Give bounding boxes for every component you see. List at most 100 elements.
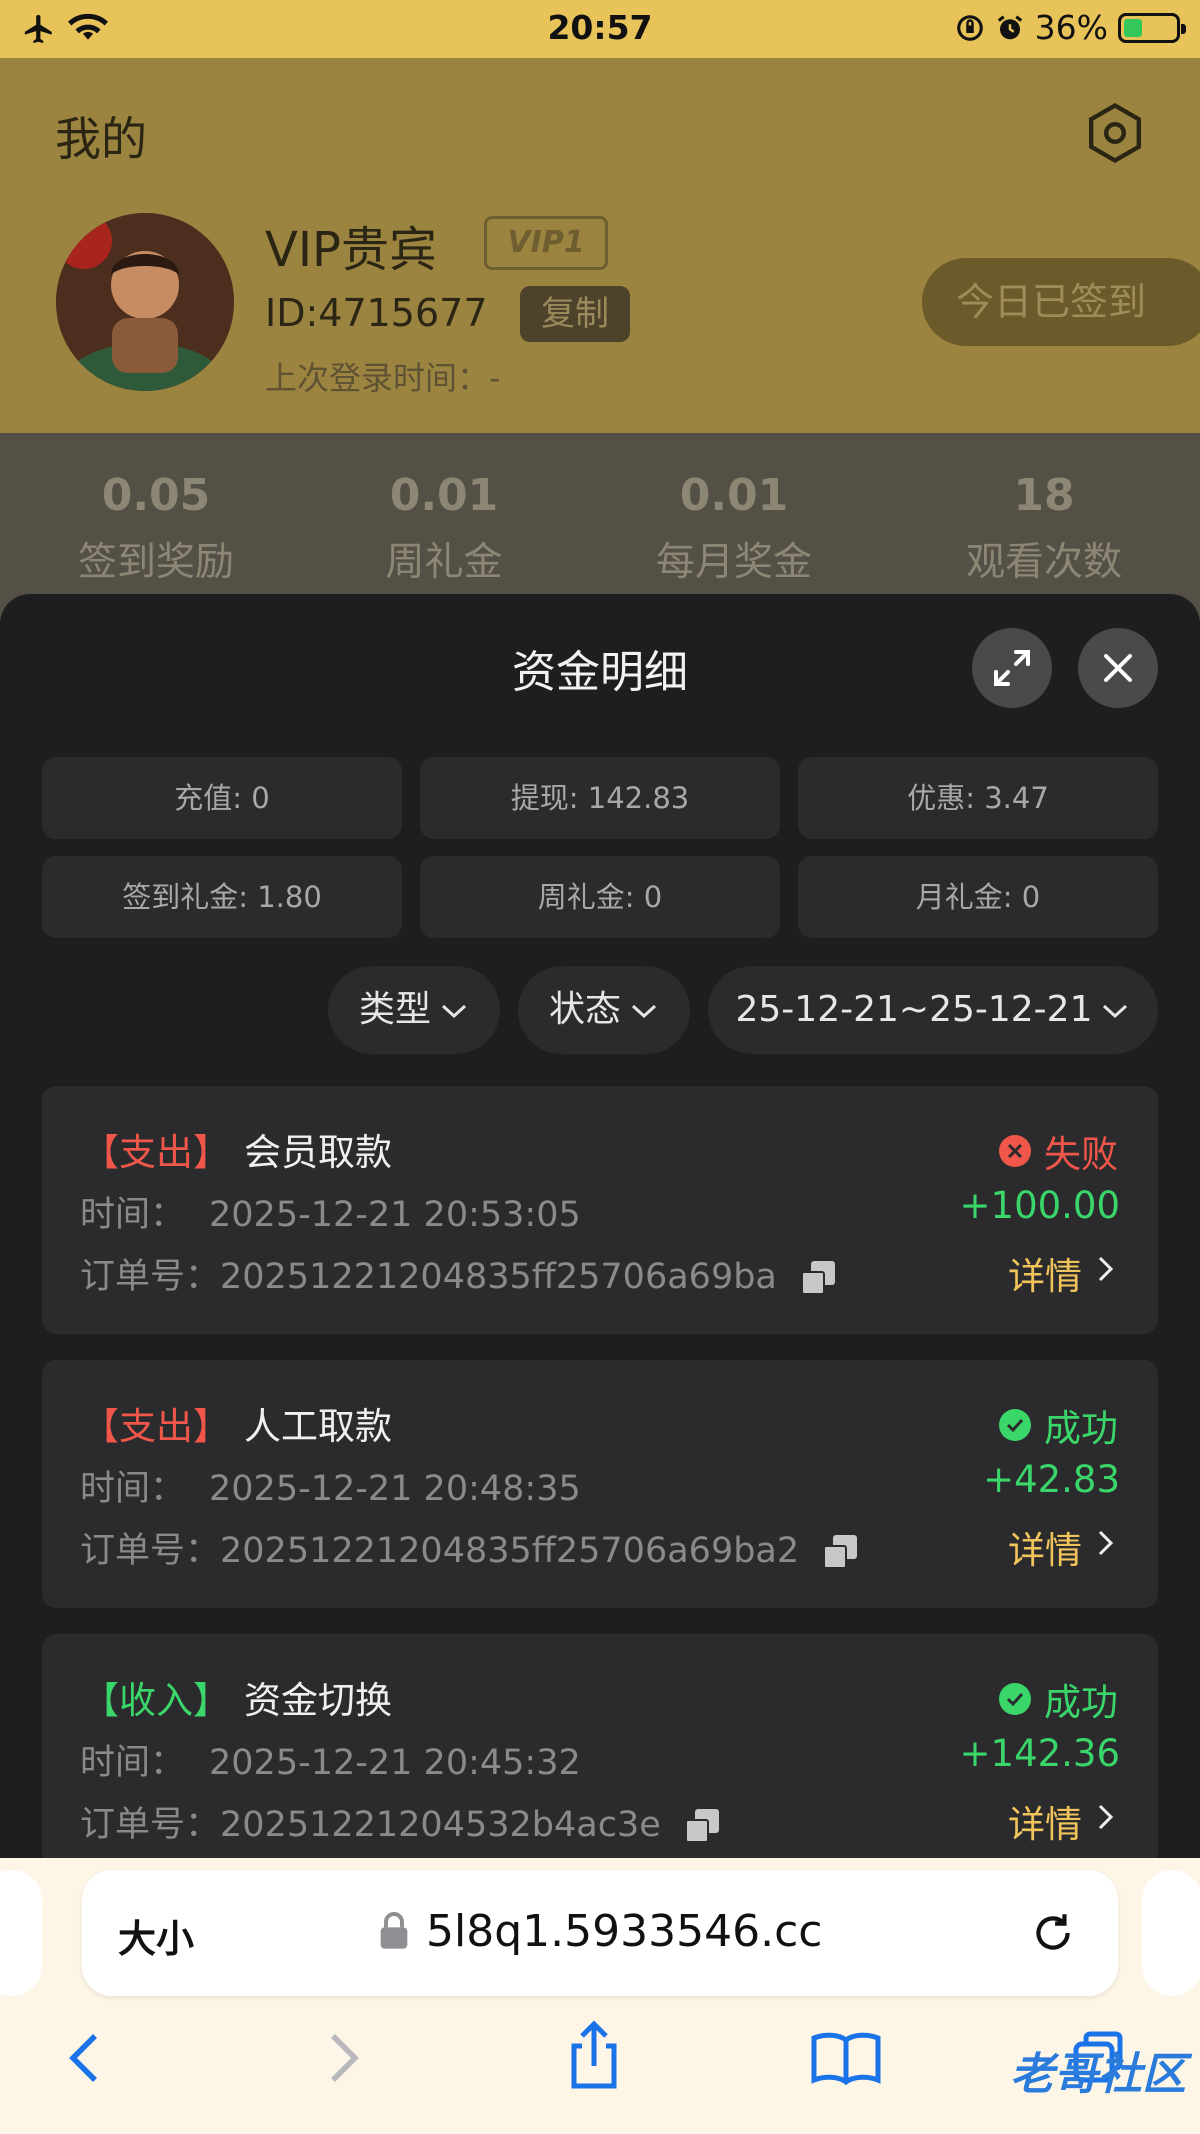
- expand-button[interactable]: [972, 628, 1052, 708]
- back-icon[interactable]: [62, 2028, 106, 2088]
- order-number: 20251221204835ff25706a69ba2: [220, 1531, 800, 1571]
- order-number: 20251221204532b4ac3e: [220, 1805, 661, 1845]
- china-flag-icon: [56, 213, 112, 269]
- chevron-right-icon: [1098, 1530, 1114, 1556]
- order-label: 订单号：: [80, 1257, 221, 1297]
- funds-detail-sheet: 资金明细 充值: 0 提现: 142.83 优惠: 3.47 签到礼金: 1.8…: [0, 594, 1200, 1858]
- transaction-name: 资金切换: [244, 1679, 392, 1722]
- transaction-time: 2025-12-21 20:45:32: [209, 1743, 581, 1783]
- transaction-card[interactable]: 【收入】 资金切换 时间： 2025-12-21 20:45:32 订单号：202…: [42, 1634, 1158, 1858]
- status-label: 失败: [1044, 1133, 1118, 1176]
- reload-icon[interactable]: [1028, 1908, 1078, 1958]
- copy-order-icon[interactable]: [823, 1535, 858, 1569]
- order-label: 订单号：: [80, 1531, 221, 1571]
- user-id: ID:4715677: [265, 291, 488, 335]
- chevron-down-icon: [1103, 1004, 1128, 1019]
- stat-value: 18: [1013, 470, 1075, 521]
- transaction-status: 成功: [998, 1672, 1118, 1726]
- chevron-down-icon: [631, 1004, 657, 1019]
- address-bar[interactable]: 大小 5l8q1.5933546.cc: [82, 1870, 1118, 1996]
- transaction-amount: +100.00: [959, 1184, 1120, 1227]
- summary-withdraw: 提现: 142.83: [420, 757, 780, 839]
- stat-label: 周礼金: [385, 540, 503, 585]
- status-filter-dropdown[interactable]: 状态: [518, 966, 690, 1054]
- detail-link[interactable]: 详情: [1008, 1246, 1082, 1300]
- chevron-right-icon: [1098, 1804, 1114, 1830]
- transaction-amount: +42.83: [983, 1458, 1120, 1501]
- avatar[interactable]: [56, 213, 234, 391]
- chevron-down-icon: [441, 1004, 467, 1019]
- detail-link[interactable]: 详情: [1008, 1520, 1082, 1574]
- transaction-amount: +142.36: [959, 1732, 1120, 1775]
- share-icon[interactable]: [564, 2018, 624, 2094]
- summary-checkin-bonus: 签到礼金: 1.80: [42, 856, 402, 938]
- vip-level-badge: VIP1: [484, 216, 608, 270]
- stat-watch-count[interactable]: 18 观看次数: [914, 470, 1174, 587]
- type-filter-label: 类型: [358, 989, 431, 1030]
- stat-value: 0.01: [679, 470, 789, 521]
- transaction-type: 【收入】: [82, 1679, 230, 1722]
- summary-monthly-bonus: 月礼金: 0: [798, 856, 1158, 938]
- expand-icon: [994, 650, 1030, 686]
- next-tab-card[interactable]: [1142, 1870, 1200, 1996]
- close-button[interactable]: [1078, 628, 1158, 708]
- transaction-type: 【支出】: [82, 1131, 230, 1174]
- url-text: 5l8q1.5933546.cc: [426, 1906, 823, 1957]
- status-label: 成功: [1044, 1681, 1118, 1724]
- lock-icon: [380, 1912, 408, 1949]
- time-label: 时间：: [80, 1195, 186, 1235]
- summary-weekly-bonus: 周礼金: 0: [420, 856, 780, 938]
- failed-x-icon: [999, 1135, 1031, 1167]
- copy-order-icon[interactable]: [800, 1261, 835, 1295]
- copy-id-button[interactable]: 复制: [520, 286, 630, 342]
- stat-monthly-bonus[interactable]: 0.01 每月奖金: [604, 470, 864, 587]
- order-number: 20251221204835ff25706a69ba: [220, 1257, 777, 1297]
- transaction-status: 失败: [998, 1124, 1118, 1178]
- transaction-status: 成功: [998, 1398, 1118, 1452]
- summary-promo: 优惠: 3.47: [798, 757, 1158, 839]
- forward-icon[interactable]: [322, 2028, 366, 2088]
- stat-checkin-reward[interactable]: 0.05 签到奖励: [26, 470, 286, 587]
- alarm-icon: [997, 15, 1022, 39]
- detail-link[interactable]: 详情: [1008, 1794, 1082, 1848]
- time-label: 时间：: [80, 1469, 186, 1509]
- transaction-time: 2025-12-21 20:48:35: [209, 1469, 581, 1509]
- last-login-time: 上次登录时间：-: [265, 359, 501, 397]
- stat-value: 0.01: [389, 470, 499, 521]
- close-icon: [1104, 654, 1132, 682]
- transaction-name: 会员取款: [244, 1131, 392, 1174]
- page-title: 我的: [55, 112, 147, 166]
- settings-gear-icon[interactable]: [1082, 100, 1148, 166]
- battery-icon: [1118, 12, 1186, 43]
- time-label: 时间：: [80, 1743, 186, 1783]
- stat-value: 0.05: [101, 470, 211, 521]
- status-label: 成功: [1044, 1407, 1118, 1450]
- date-range-label: 25-12-21~25-12-21: [735, 989, 1093, 1030]
- transaction-type: 【支出】: [82, 1405, 230, 1448]
- stat-label: 签到奖励: [77, 540, 234, 585]
- browser-bottom-bar: 大小 5l8q1.5933546.cc 老哥社区: [0, 1858, 1200, 2134]
- status-filter-label: 状态: [548, 989, 621, 1030]
- signed-in-today-button[interactable]: 今日已签到: [922, 258, 1200, 346]
- copy-order-icon[interactable]: [684, 1809, 719, 1843]
- user-name: VIP贵宾: [265, 222, 437, 278]
- previous-tab-card[interactable]: [0, 1870, 42, 1996]
- transaction-card[interactable]: 【支出】 会员取款 时间： 2025-12-21 20:53:05 订单号：202…: [42, 1086, 1158, 1334]
- status-bar: 20:57 36%: [0, 0, 1200, 58]
- transaction-card[interactable]: 【支出】 人工取款 时间： 2025-12-21 20:48:35 订单号：202…: [42, 1360, 1158, 1608]
- bookmarks-icon[interactable]: [810, 2030, 882, 2086]
- success-check-icon: [999, 1683, 1031, 1715]
- date-range-dropdown[interactable]: 25-12-21~25-12-21: [708, 966, 1158, 1054]
- order-label: 订单号：: [80, 1805, 221, 1845]
- stat-label: 观看次数: [965, 540, 1122, 585]
- stat-label: 每月奖金: [655, 540, 812, 585]
- orientation-lock-icon: [956, 14, 983, 41]
- chevron-right-icon: [1098, 1256, 1114, 1282]
- summary-deposit: 充值: 0: [42, 757, 402, 839]
- stat-weekly-bonus[interactable]: 0.01 周礼金: [314, 470, 574, 587]
- type-filter-dropdown[interactable]: 类型: [328, 966, 500, 1054]
- text-size-button[interactable]: 大小: [118, 1908, 194, 1963]
- transaction-time: 2025-12-21 20:53:05: [209, 1195, 581, 1235]
- watermark-logo: 老哥社区: [1010, 2049, 1186, 2100]
- success-check-icon: [999, 1409, 1031, 1441]
